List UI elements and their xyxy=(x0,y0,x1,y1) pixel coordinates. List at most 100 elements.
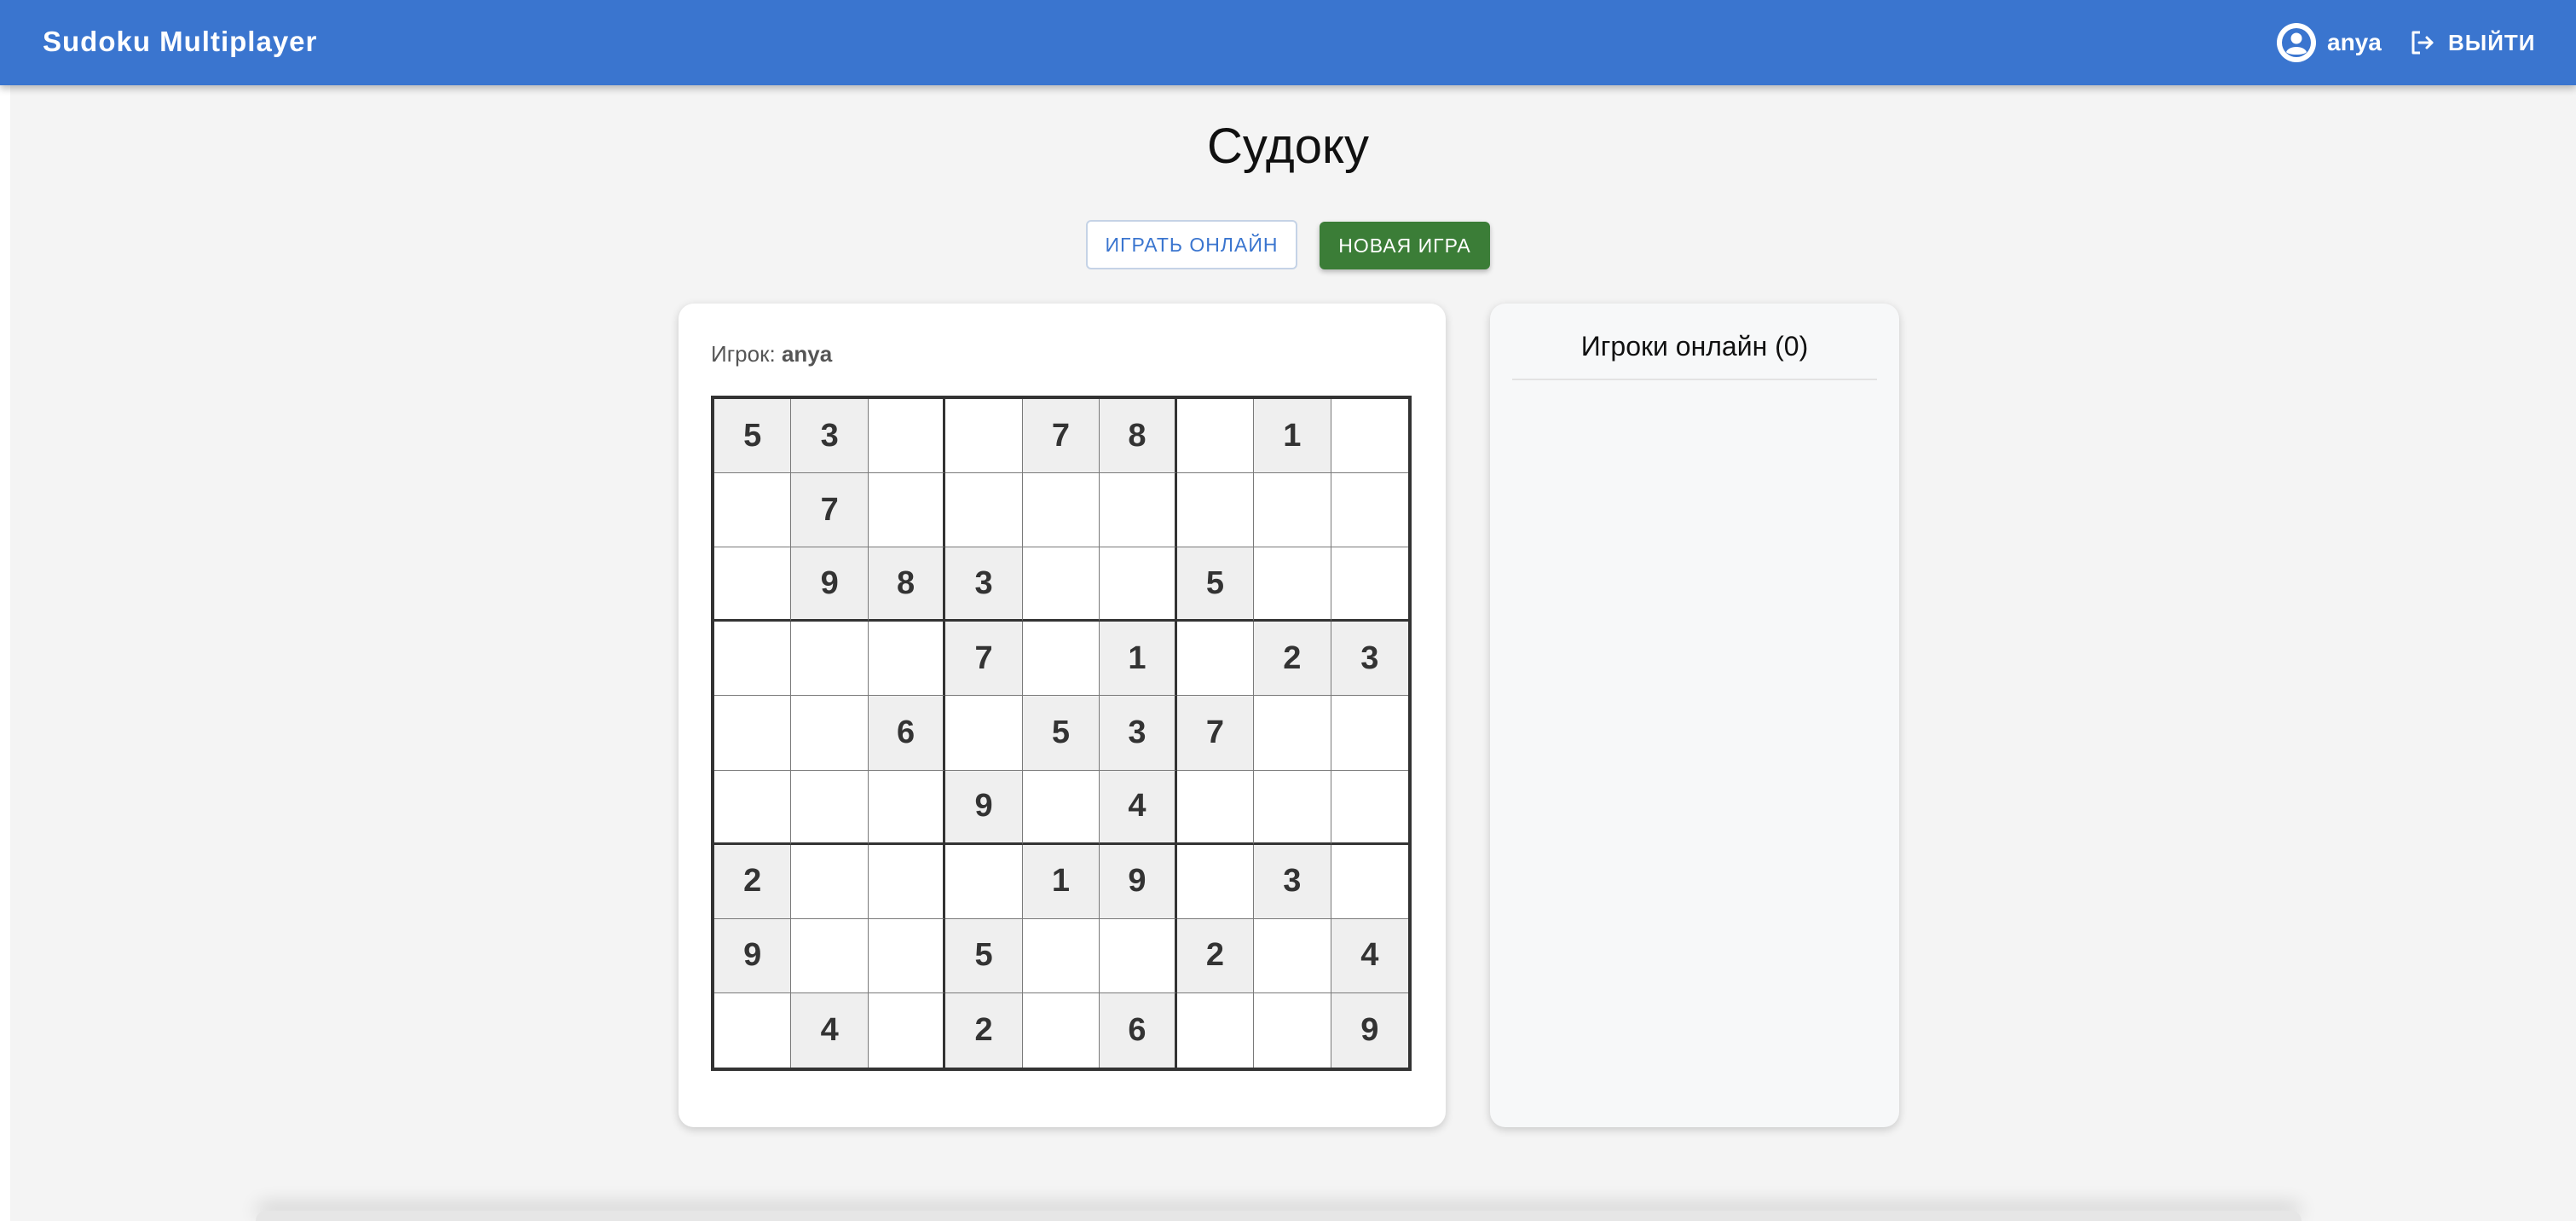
sudoku-cell[interactable] xyxy=(945,844,1023,919)
sudoku-cell: 9 xyxy=(714,918,792,993)
sudoku-cell[interactable] xyxy=(1176,844,1255,919)
sudoku-cell: 2 xyxy=(945,992,1023,1068)
sudoku-cell: 7 xyxy=(1176,696,1255,771)
app-brand[interactable]: Sudoku Multiplayer xyxy=(43,26,317,58)
sudoku-cell[interactable] xyxy=(1022,547,1100,622)
logout-icon xyxy=(2411,31,2434,55)
sudoku-cell: 5 xyxy=(945,918,1023,993)
sudoku-cell: 2 xyxy=(1254,622,1331,697)
sudoku-cell[interactable] xyxy=(945,696,1023,771)
sudoku-cell: 3 xyxy=(945,547,1023,622)
sudoku-cell: 9 xyxy=(791,547,869,622)
sudoku-cell: 8 xyxy=(1100,399,1177,474)
sudoku-cell: 7 xyxy=(1022,399,1100,474)
sudoku-cell: 1 xyxy=(1100,622,1177,697)
page-title: Судоку xyxy=(1206,119,1370,174)
sudoku-cell: 8 xyxy=(868,547,946,622)
player-name: anya xyxy=(781,341,833,367)
sudoku-cell[interactable] xyxy=(945,399,1023,474)
online-players-title: Игроки онлайн (0) xyxy=(1580,331,1809,362)
sudoku-cell[interactable] xyxy=(1254,547,1331,622)
sudoku-cell[interactable] xyxy=(791,918,869,993)
sudoku-cell[interactable] xyxy=(714,473,792,548)
sudoku-cell: 3 xyxy=(1254,844,1331,919)
sudoku-cell[interactable] xyxy=(868,844,946,919)
sudoku-cell[interactable] xyxy=(1176,399,1255,474)
sudoku-cell[interactable] xyxy=(1254,770,1331,845)
game-card: Игрок: anya 5378179835712365379421939524… xyxy=(679,304,1446,1127)
sudoku-cell[interactable] xyxy=(1176,992,1255,1068)
sudoku-cell[interactable] xyxy=(791,622,869,697)
sudoku-cell[interactable] xyxy=(945,473,1023,548)
sudoku-cell[interactable] xyxy=(1331,770,1408,845)
sudoku-cell: 3 xyxy=(1100,696,1177,771)
sudoku-cell: 9 xyxy=(1331,992,1408,1068)
sudoku-cell: 9 xyxy=(1100,844,1177,919)
sudoku-cell[interactable] xyxy=(791,844,869,919)
sudoku-cell[interactable] xyxy=(791,696,869,771)
sudoku-cell[interactable] xyxy=(1331,844,1408,919)
sudoku-cell[interactable] xyxy=(791,770,869,845)
sudoku-cell[interactable] xyxy=(1176,770,1255,845)
sudoku-cell[interactable] xyxy=(1331,473,1408,548)
sudoku-cell[interactable] xyxy=(1331,696,1408,771)
sudoku-cell[interactable] xyxy=(868,473,946,548)
sudoku-cell[interactable] xyxy=(1254,918,1331,993)
sudoku-cell[interactable] xyxy=(1254,696,1331,771)
sudoku-cell[interactable] xyxy=(1022,992,1100,1068)
new-game-button[interactable]: НОВАЯ ИГРА xyxy=(1320,222,1490,269)
sudoku-cell[interactable] xyxy=(1022,770,1100,845)
sudoku-cell[interactable] xyxy=(1254,992,1331,1068)
sudoku-cell: 9 xyxy=(945,770,1023,845)
sudoku-cell[interactable] xyxy=(1176,622,1255,697)
sudoku-cell: 7 xyxy=(791,473,869,548)
sudoku-cell[interactable] xyxy=(714,770,792,845)
sudoku-cell: 1 xyxy=(1022,844,1100,919)
sudoku-cell[interactable] xyxy=(1100,918,1177,993)
logout-label: ВЫЙТИ xyxy=(2448,29,2536,55)
sudoku-cell: 5 xyxy=(714,399,792,474)
user-info[interactable]: anya xyxy=(2276,22,2382,63)
app-bar: Sudoku Multiplayer anya ВЫЙТИ xyxy=(0,0,2576,85)
sudoku-cell[interactable] xyxy=(1254,473,1331,548)
play-online-button[interactable]: ИГРАТЬ ОНЛАЙН xyxy=(1086,220,1297,269)
sudoku-cell[interactable] xyxy=(1176,473,1255,548)
sudoku-cell[interactable] xyxy=(714,547,792,622)
sudoku-cell: 3 xyxy=(791,399,869,474)
username: anya xyxy=(2327,29,2382,55)
left-edge xyxy=(0,85,10,1221)
sudoku-cell[interactable] xyxy=(714,696,792,771)
sudoku-cell: 3 xyxy=(1331,622,1408,697)
sudoku-cell: 5 xyxy=(1176,547,1255,622)
online-players-panel: Игроки онлайн (0) xyxy=(1490,304,1899,1127)
player-label: Игрок: xyxy=(711,341,776,367)
sudoku-cell[interactable] xyxy=(1331,547,1408,622)
sudoku-cell[interactable] xyxy=(714,992,792,1068)
sudoku-cell: 5 xyxy=(1022,696,1100,771)
sudoku-cell: 2 xyxy=(1176,918,1255,993)
sudoku-cell[interactable] xyxy=(1100,547,1177,622)
sudoku-board: 53781798357123653794219395244269 xyxy=(711,396,1412,1071)
sudoku-cell[interactable] xyxy=(868,918,946,993)
sudoku-cell[interactable] xyxy=(1022,473,1100,548)
logout-button[interactable]: ВЫЙТИ xyxy=(2409,22,2536,63)
sudoku-cell: 1 xyxy=(1254,399,1331,474)
sudoku-cell[interactable] xyxy=(868,770,946,845)
sudoku-cell: 6 xyxy=(868,696,946,771)
sudoku-cell[interactable] xyxy=(868,399,946,474)
bottom-panel-edge xyxy=(256,1211,2302,1221)
sudoku-cell: 4 xyxy=(1331,918,1408,993)
sudoku-cell[interactable] xyxy=(1331,399,1408,474)
sudoku-cell: 4 xyxy=(791,992,869,1068)
sudoku-cell[interactable] xyxy=(868,622,946,697)
sudoku-cell[interactable] xyxy=(714,622,792,697)
sudoku-cell[interactable] xyxy=(868,992,946,1068)
sudoku-cell[interactable] xyxy=(1100,473,1177,548)
account-circle-icon xyxy=(2277,23,2316,62)
divider xyxy=(1512,379,1877,380)
sudoku-cell[interactable] xyxy=(1022,918,1100,993)
sudoku-cell: 6 xyxy=(1100,992,1177,1068)
sudoku-cell: 7 xyxy=(945,622,1023,697)
sudoku-cell[interactable] xyxy=(1022,622,1100,697)
player-line: Игрок: anya xyxy=(711,341,832,367)
